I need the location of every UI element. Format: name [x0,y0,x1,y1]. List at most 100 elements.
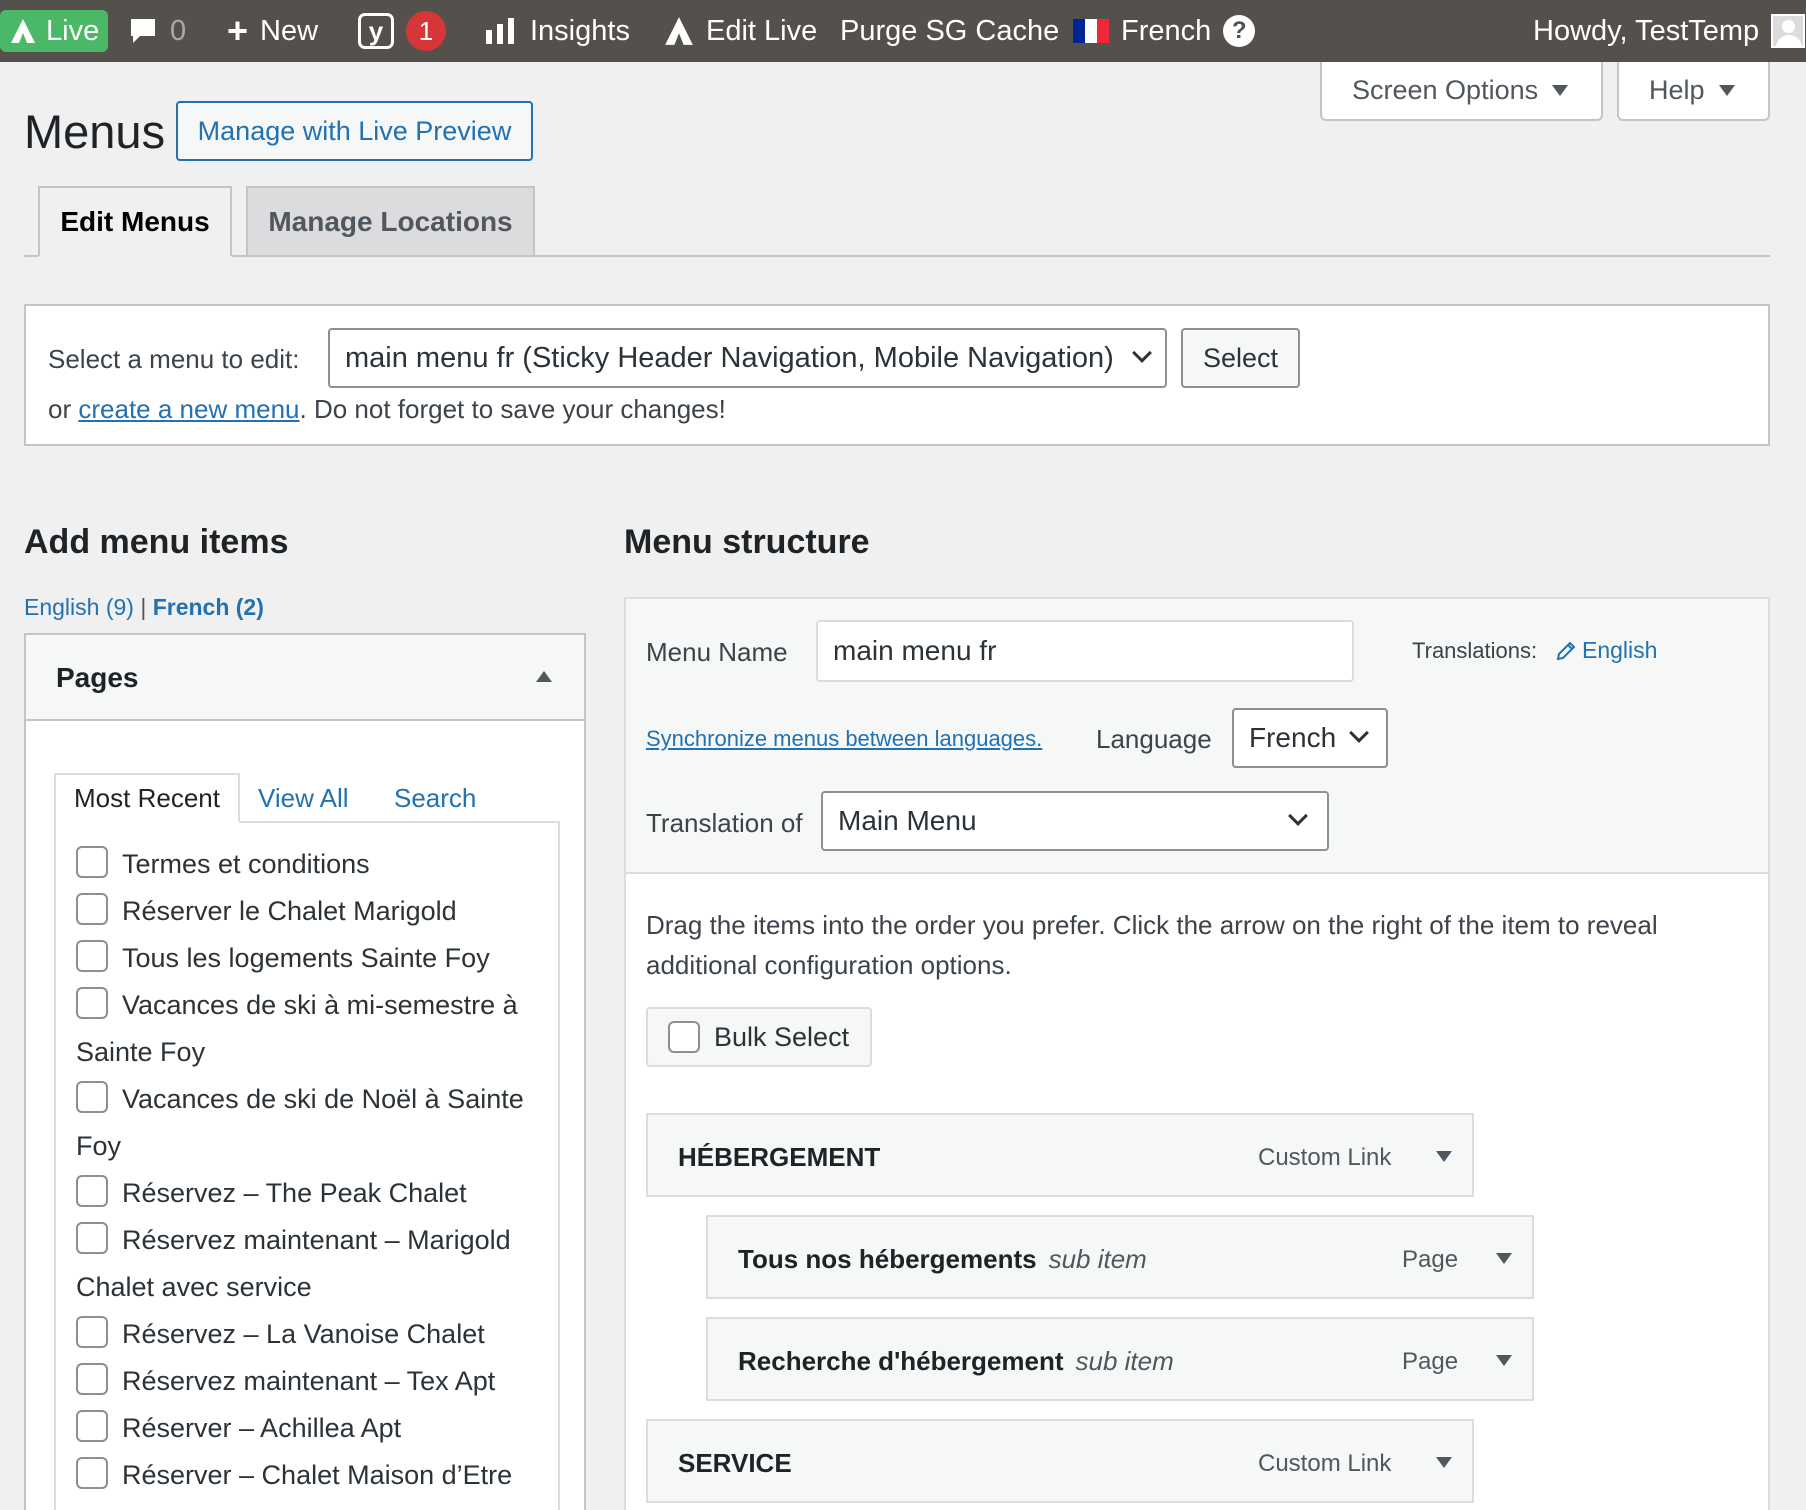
purge-cache-link[interactable]: Purge SG Cache [840,0,1059,62]
caret-down-icon [1718,85,1735,96]
list-item[interactable]: Réservez maintenant – Marigold Chalet av… [76,1217,538,1311]
french-filter-link[interactable]: French (2) [153,594,264,620]
page-checkbox[interactable] [76,1081,108,1113]
language-label: French [1121,14,1212,47]
page-checkbox[interactable] [76,1175,108,1207]
page-label: Réserver – Achillea Apt [122,1413,402,1443]
caret-down-icon[interactable] [1496,1355,1512,1366]
caret-down-icon[interactable] [1436,1151,1452,1162]
select-menu-panel: Select a menu to edit: main menu fr (Sti… [24,304,1770,446]
translations-label: Translations: [1412,638,1538,663]
page-checkbox[interactable] [76,1316,108,1348]
edit-live-link[interactable]: Edit Live [664,0,817,62]
manage-live-preview-button[interactable]: Manage with Live Preview [176,101,533,161]
list-item[interactable]: Réservez – The Peak Chalet [76,1170,538,1217]
list-item[interactable]: Tous les logements Sainte Foy [76,935,538,982]
translation-of-select[interactable]: Main Menu [821,791,1329,851]
chevron-down-icon [1132,343,1152,363]
list-item[interactable]: Réserver – Chalet Maison d’Etre [76,1452,538,1499]
pages-panel: Pages Most Recent View All Search Termes… [24,633,586,1510]
bulk-select-checkbox[interactable] [668,1021,700,1053]
yoast-menu[interactable]: y 1 [358,0,446,62]
comments-link[interactable]: 0 [128,0,186,62]
or-text: or [48,394,72,424]
page-checkbox[interactable] [76,987,108,1019]
tab-view-all[interactable]: View All [258,773,349,823]
chevron-down-icon [1288,806,1308,826]
insights-label: Insights [530,14,630,47]
menu-item-title: Recherche d'hébergement sub item [738,1346,1174,1377]
edit-live-label: Edit Live [706,14,818,47]
list-item[interactable]: Vacances de ski de Noël à Sainte Foy [76,1076,538,1170]
account-menu[interactable]: Howdy, TestTemp [1533,0,1806,62]
insights-link[interactable]: Insights [484,0,630,62]
page-checkbox[interactable] [76,1363,108,1395]
create-new-menu-link[interactable]: create a new menu [78,394,299,424]
sub-item-label: sub item [1075,1346,1174,1376]
page-checkbox[interactable] [76,1222,108,1254]
page-checkbox[interactable] [76,893,108,925]
purge-label: Purge SG Cache [840,14,1060,47]
menu-item[interactable]: Recherche d'hébergement sub item Page [706,1317,1534,1401]
help-button[interactable]: Help [1617,62,1770,121]
drag-instructions: Drag the items into the order you prefer… [646,910,1658,980]
pencil-icon [1556,641,1576,660]
page-checkbox[interactable] [76,846,108,878]
chevron-down-icon [1349,723,1369,743]
page-checkbox[interactable] [76,940,108,972]
menu-item-title-text: Recherche d'hébergement [738,1346,1064,1376]
list-item[interactable]: Termes et conditions [76,841,538,888]
page-label: Tous les logements Sainte Foy [122,943,490,973]
bulk-select-button[interactable]: Bulk Select [646,1007,872,1067]
page-checkbox[interactable] [76,1410,108,1442]
page-label: Réserver le Chalet Marigold [122,896,457,926]
english-translation-link[interactable]: English [1554,637,1657,664]
live-logo-icon [11,19,35,43]
menu-item[interactable]: SERVICE Custom Link [646,1419,1474,1503]
language-select[interactable]: French [1232,708,1388,768]
pages-list: Termes et conditions Réserver le Chalet … [76,841,538,1499]
page-label: Vacances de ski de Noël à Sainte Foy [76,1084,524,1161]
yoast-icon: y [358,13,394,49]
english-filter-link[interactable]: English (9) [24,594,134,620]
collapse-arrow-icon[interactable] [536,671,552,682]
list-item[interactable]: Réserver le Chalet Marigold [76,888,538,935]
screen-options-label: Screen Options [1352,75,1539,105]
menu-select-dropdown[interactable]: main menu fr (Sticky Header Navigation, … [328,328,1167,388]
list-item[interactable]: Vacances de ski à mi-semestre à Sainte F… [76,982,538,1076]
tab-edit-menus[interactable]: Edit Menus [38,186,232,257]
list-item[interactable]: Réserver – Achillea Apt [76,1405,538,1452]
edit-live-icon [665,17,693,45]
page-label: Réservez – The Peak Chalet [122,1178,467,1208]
comment-bubble-icon [131,19,155,43]
french-flag-icon [1073,19,1109,43]
menu-item[interactable]: HÉBERGEMENT Custom Link [646,1113,1474,1197]
question-icon[interactable]: ? [1223,15,1256,47]
screen-options-button[interactable]: Screen Options [1320,62,1603,121]
select-menu-label: Select a menu to edit: [48,344,300,374]
pages-panel-header[interactable]: Pages [26,635,584,721]
save-reminder: . Do not forget to save your changes! [299,394,726,424]
translation-of-value: Main Menu [838,805,977,836]
tab-manage-locations[interactable]: Manage Locations [246,186,535,257]
synchronize-menus-link[interactable]: Synchronize menus between languages. [646,726,1042,752]
live-site-link[interactable]: Live [0,10,108,52]
menu-name-input[interactable]: main menu fr [816,620,1354,682]
new-label: New [260,14,319,47]
page-checkbox[interactable] [76,1457,108,1489]
english-translation-label: English [1582,637,1658,663]
caret-down-icon[interactable] [1496,1253,1512,1264]
select-button[interactable]: Select [1181,328,1300,388]
caret-down-icon[interactable] [1436,1457,1452,1468]
list-item[interactable]: Réservez – La Vanoise Chalet [76,1311,538,1358]
menu-item[interactable]: Tous nos hébergements sub item Page [706,1215,1534,1299]
help-label: Help [1649,75,1705,105]
tab-most-recent[interactable]: Most Recent [54,773,240,823]
bulk-select-label: Bulk Select [714,1021,850,1052]
add-menu-items-heading: Add menu items [24,523,289,561]
language-switcher[interactable]: French ? [1073,0,1256,62]
page-label: Réservez maintenant – Marigold Chalet av… [76,1225,511,1302]
tab-search[interactable]: Search [394,773,476,823]
new-content-menu[interactable]: + New [227,0,318,62]
list-item[interactable]: Réservez maintenant – Tex Apt [76,1358,538,1405]
